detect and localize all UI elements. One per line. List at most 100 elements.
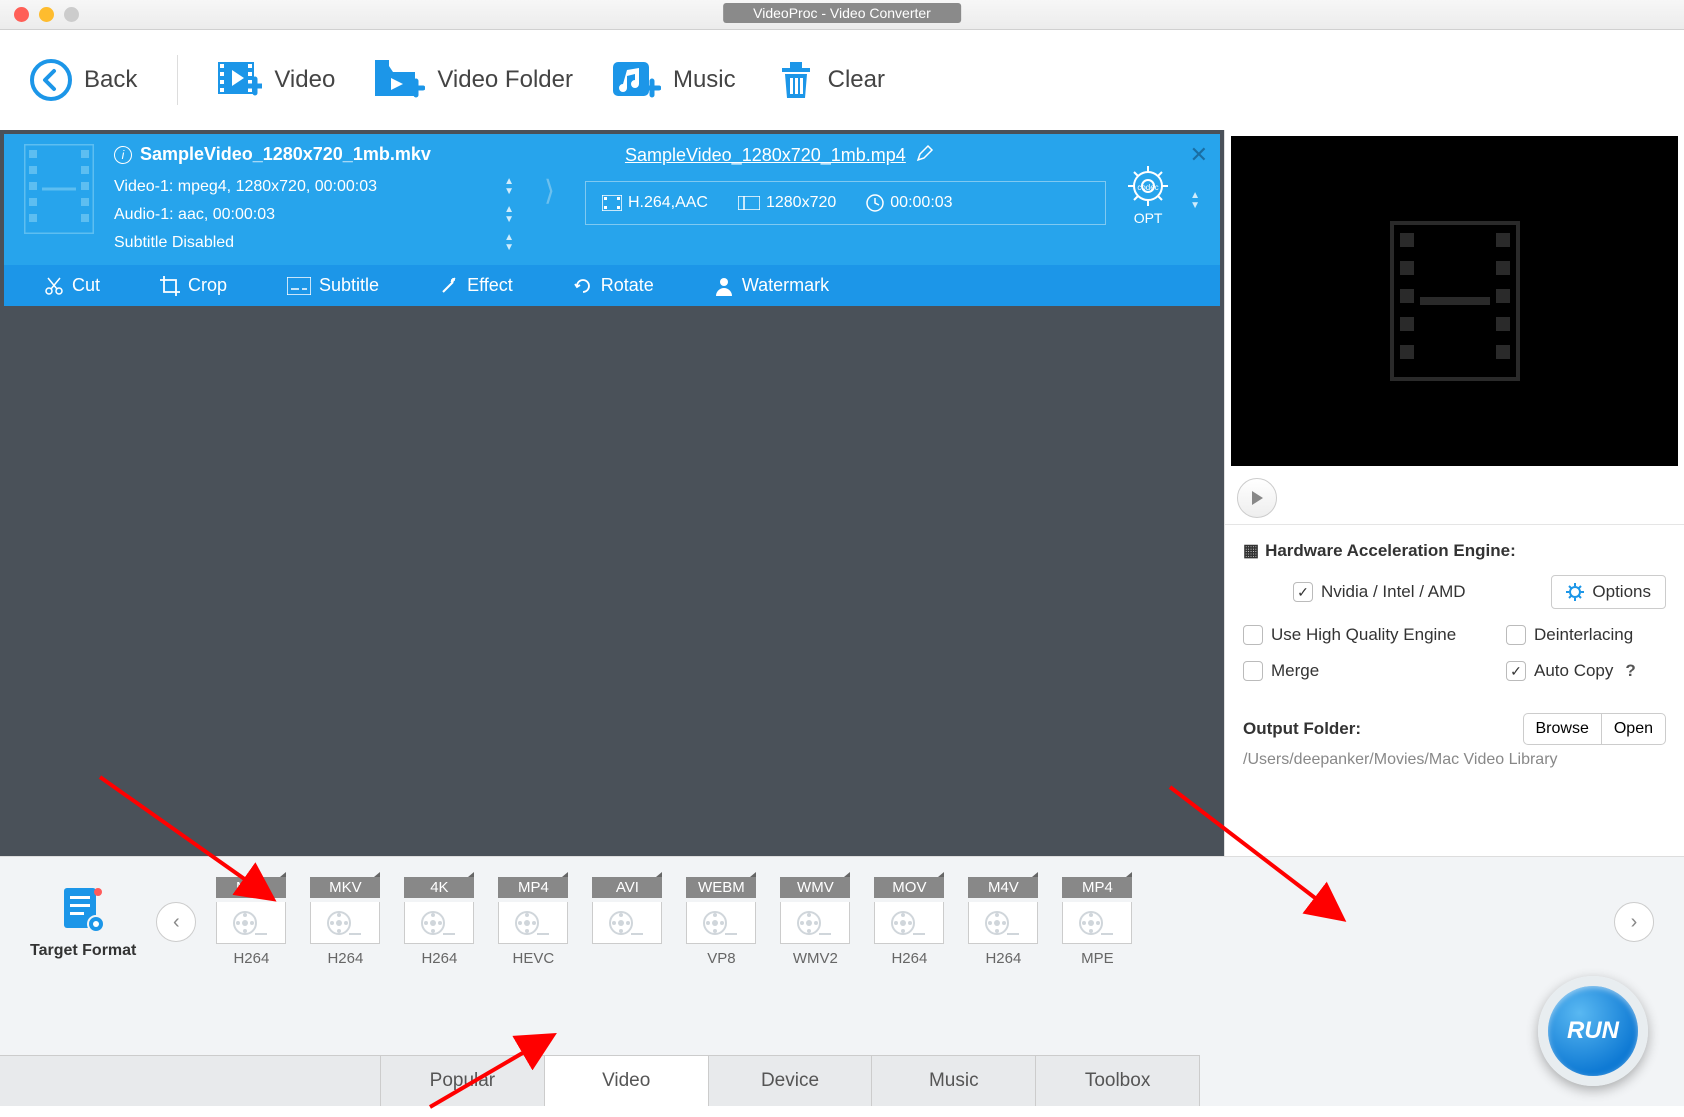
video-stream-info: Video-1: mpeg4, 1280x720, 00:00:03 [114,173,377,201]
add-music-button[interactable]: Music [613,60,736,100]
crop-button[interactable]: Crop [160,275,227,296]
watermark-label: Watermark [742,275,829,296]
output-filename: SampleVideo_1280x720_1mb.mp4 [625,145,906,166]
window-title: VideoProc - Video Converter [723,3,961,23]
format-reel-icon [780,902,850,944]
video-stream-selector[interactable]: ▲▼ [504,177,514,197]
merge-label: Merge [1271,661,1319,681]
format-option-mov-h264[interactable]: MOV H264 [874,877,944,967]
tab-video[interactable]: Video [545,1056,709,1106]
edit-filename-icon[interactable] [916,144,934,167]
target-format-label: Target Format [30,942,136,960]
autocopy-checkbox[interactable]: ✓ [1506,661,1526,681]
format-option-mp4-h264[interactable]: MP4 H264 [216,877,286,967]
main-toolbar: Back Video Video Folder Music Clear [0,30,1684,130]
video-icon [218,60,262,100]
preview-area [1231,136,1678,466]
deinterlace-checkbox[interactable] [1506,625,1526,645]
crop-icon [160,276,180,296]
hq-label: Use High Quality Engine [1271,625,1456,645]
format-badge: M4V [968,877,1038,898]
video-label: Video [274,66,335,94]
hq-checkbox[interactable] [1243,625,1263,645]
gpu-checkbox[interactable]: ✓ [1293,582,1313,602]
format-option-webm-vp8[interactable]: WEBM VP8 [686,877,756,967]
job-toolbar: Cut Crop Subtitle Effect Rotate Watermar… [4,265,1220,306]
add-video-folder-button[interactable]: Video Folder [375,60,573,100]
format-codec-label: VP8 [707,950,735,967]
person-icon [714,276,734,296]
close-window-icon[interactable] [14,7,29,22]
duration-icon [866,194,884,212]
video-folder-icon [375,60,425,100]
watermark-button[interactable]: Watermark [714,275,829,296]
target-format-heading: Target Format [30,884,136,960]
format-codec-label: HEVC [513,950,555,967]
tab-popular[interactable]: Popular [380,1056,545,1106]
open-folder-button[interactable]: Open [1601,713,1666,745]
format-option-wmv-wmv2[interactable]: WMV WMV2 [780,877,850,967]
music-icon [613,60,661,100]
document-gear-icon [58,884,108,934]
add-video-button[interactable]: Video [218,60,335,100]
back-icon [30,59,72,101]
format-codec-label: H264 [891,950,927,967]
subtitle-selector[interactable]: ▲▼ [504,233,514,253]
rotate-button[interactable]: Rotate [573,275,654,296]
film-placeholder-icon [1390,221,1520,381]
tab-toolbox[interactable]: Toolbox [1036,1056,1200,1106]
format-option-mp4-hevc[interactable]: MP4 HEVC [498,877,568,967]
effect-label: Effect [467,275,513,296]
format-reel-icon [404,902,474,944]
format-scroll-left[interactable]: ‹ [156,902,196,942]
convert-arrow-icon: ⟩ [534,144,565,207]
format-category-tabs: Popular Video Device Music Toolbox [0,1055,1200,1106]
window-titlebar: VideoProc - Video Converter [0,0,1684,30]
film-icon [24,144,94,239]
format-option-m4v-h264[interactable]: M4V H264 [968,877,1038,967]
run-button[interactable]: RUN [1538,976,1648,1086]
info-icon[interactable]: i [114,146,132,164]
wand-icon [439,276,459,296]
crop-label: Crop [188,275,227,296]
format-option-mkv-h264[interactable]: MKV H264 [310,877,380,967]
rotate-label: Rotate [601,275,654,296]
subtitle-icon [287,277,311,295]
format-scroll-right[interactable]: › [1614,902,1654,942]
tab-device[interactable]: Device [709,1056,873,1106]
subtitle-label: Subtitle [319,275,379,296]
effect-button[interactable]: Effect [439,275,513,296]
job-list: ✕ i SampleVideo_1280x720_1mb.mkv Video-1… [0,130,1224,856]
merge-checkbox[interactable] [1243,661,1263,681]
back-button[interactable]: Back [30,59,137,101]
play-button[interactable] [1237,478,1277,518]
tab-music[interactable]: Music [872,1056,1036,1106]
format-codec-label: H264 [327,950,363,967]
minimize-window-icon[interactable] [39,7,54,22]
music-label: Music [673,66,736,94]
job-item[interactable]: ✕ i SampleVideo_1280x720_1mb.mkv Video-1… [4,134,1220,306]
audio-stream-selector[interactable]: ▲▼ [504,205,514,225]
job-reorder[interactable]: ▲▼ [1190,191,1200,211]
subtitle-button[interactable]: Subtitle [287,275,379,296]
format-reel-icon [498,902,568,944]
cut-button[interactable]: Cut [44,275,100,296]
zoom-window-icon[interactable] [64,7,79,22]
format-option-mp4-mpe[interactable]: MP4 MPE [1062,877,1132,967]
format-badge: 4K [404,877,474,898]
browse-button[interactable]: Browse [1523,713,1601,745]
output-spec-box: H.264,AAC 1280x720 00:00:03 [585,181,1106,225]
format-codec-label: WMV2 [793,950,838,967]
format-option-avi-none[interactable]: AVI [592,877,662,967]
help-icon[interactable]: ? [1625,661,1635,681]
deinterlace-label: Deinterlacing [1534,625,1633,645]
format-reel-icon [968,902,1038,944]
format-option-4k-h264[interactable]: 4K H264 [404,877,474,967]
svg-text:codec: codec [1137,183,1158,192]
remove-job-button[interactable]: ✕ [1190,142,1208,168]
format-badge: MP4 [216,877,286,898]
format-reel-icon [1062,902,1132,944]
clear-button[interactable]: Clear [776,60,885,100]
codec-options-button[interactable]: codec OPT [1126,164,1170,226]
hw-options-button[interactable]: Options [1551,575,1666,609]
